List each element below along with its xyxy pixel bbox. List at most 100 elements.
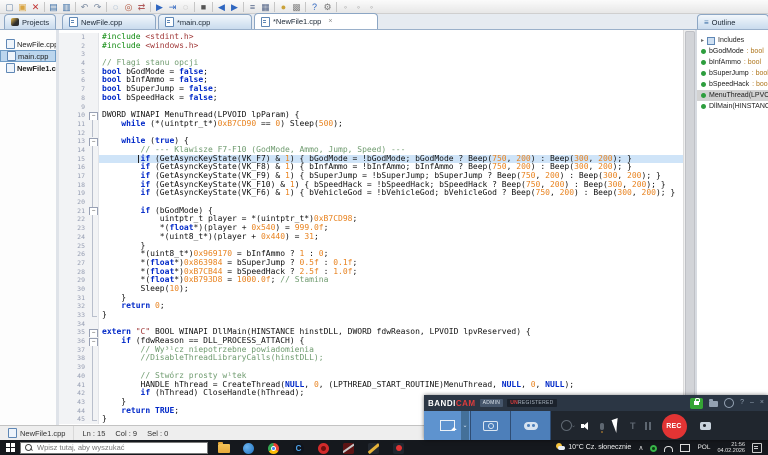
tray-green-status-icon[interactable] <box>650 445 657 452</box>
outline-item[interactable]: MenuThread(LPVOID lpParam) <box>697 90 768 101</box>
fold-margin[interactable] <box>88 85 99 94</box>
mode-dropdown-icon[interactable]: ⌄ <box>461 411 469 440</box>
fold-margin[interactable] <box>88 163 99 172</box>
help-icon[interactable]: ? <box>308 1 321 13</box>
step-icon[interactable]: ⇥ <box>166 1 179 13</box>
open-file-icon[interactable]: ▣ <box>16 1 29 13</box>
code-line-2[interactable]: 2#include <windows.h> <box>59 42 683 51</box>
project-tree-item[interactable]: main.cpp <box>0 50 56 62</box>
cursor-effect-icon[interactable] <box>612 418 623 433</box>
fold-margin[interactable] <box>88 363 99 372</box>
code-text[interactable]: #include <windows.h> <box>99 42 683 51</box>
game-recording-mode-button[interactable] <box>511 411 551 440</box>
fold-margin[interactable] <box>88 42 99 51</box>
fold-margin[interactable]: − <box>88 328 99 337</box>
editor-tab-1[interactable]: NewFile.cpp <box>62 14 156 29</box>
output-folder-icon[interactable] <box>709 401 718 407</box>
symbols-icon[interactable]: ▦ <box>259 1 272 13</box>
scrollbar-thumb[interactable] <box>685 31 695 415</box>
code-line-24[interactable]: 24 *(uint8_t*)(player + 0x440) = 31; <box>59 233 683 242</box>
taskbar-search[interactable] <box>20 442 208 454</box>
taskbar-darkred-app-icon[interactable] <box>343 442 355 454</box>
code-line-38[interactable]: 38 //DisableThreadLibraryCalls(hinstDLL)… <box>59 354 683 363</box>
fold-margin[interactable] <box>88 259 99 268</box>
fold-margin[interactable] <box>88 172 99 181</box>
taskbar-tool-app-icon[interactable] <box>368 442 380 454</box>
fold-margin[interactable] <box>88 311 99 320</box>
language-indicator[interactable]: POL <box>697 444 710 451</box>
start-button[interactable] <box>0 440 20 455</box>
tab-close-icon[interactable]: × <box>328 18 332 25</box>
fold-margin[interactable] <box>88 76 99 85</box>
fold-margin[interactable] <box>88 50 99 59</box>
fold-margin[interactable] <box>88 120 99 129</box>
find-in-files-icon[interactable]: ◎ <box>122 1 135 13</box>
taskbar-file-explorer-icon[interactable] <box>218 442 230 454</box>
tray-expand-icon[interactable]: ∧ <box>638 444 643 452</box>
fold-margin[interactable] <box>88 198 99 207</box>
tab-projects[interactable]: Projects <box>4 14 56 29</box>
fold-margin[interactable] <box>88 189 99 198</box>
extra-tool2-icon[interactable]: ◦ <box>352 1 365 13</box>
list-icon[interactable]: ≡ <box>246 1 259 13</box>
close-icon[interactable]: × <box>760 398 764 408</box>
replace-icon[interactable]: ⇄ <box>135 1 148 13</box>
jump-forward-icon[interactable]: ▶ <box>228 1 241 13</box>
fold-margin[interactable] <box>88 33 99 42</box>
expand-arrow-icon[interactable]: ▸ <box>701 37 704 44</box>
bandicam-titlebar[interactable]: BANDICAM ADMIN UNREGISTERED ? – × <box>424 395 768 411</box>
fold-margin[interactable] <box>88 398 99 407</box>
fold-margin[interactable]: − <box>88 337 99 346</box>
tab-outline[interactable]: ≡ Outline <box>697 14 768 29</box>
editor-scrollbar[interactable] <box>683 30 695 425</box>
fold-margin[interactable] <box>88 372 99 381</box>
close-file-icon[interactable]: ✕ <box>29 1 42 13</box>
help-icon[interactable]: ? <box>740 398 744 408</box>
copy-icon[interactable]: ▩ <box>290 1 303 13</box>
taskbar-clock[interactable]: 21:56 04.02.2026 <box>717 442 745 454</box>
outline-item[interactable]: DllMain(HINSTANCE hinstDLL, DWORD fdwRea… <box>697 101 768 112</box>
record-button[interactable]: REC <box>662 414 687 439</box>
fold-margin[interactable] <box>88 233 99 242</box>
fold-margin[interactable] <box>88 146 99 155</box>
redo-icon[interactable]: ↷ <box>91 1 104 13</box>
fold-margin[interactable] <box>88 103 99 112</box>
fold-margin[interactable] <box>88 268 99 277</box>
speaker-icon[interactable] <box>581 421 591 431</box>
taskbar-mail-app-icon[interactable] <box>243 442 255 454</box>
code-line-33[interactable]: 33} <box>59 311 683 320</box>
text-overlay-icon[interactable]: T <box>630 421 636 431</box>
fold-margin[interactable] <box>88 181 99 190</box>
code-text[interactable]: if (GetAsyncKeyState(VK_F6) & 1) { bVehi… <box>99 189 683 198</box>
code-text[interactable]: } <box>99 311 683 320</box>
minimize-icon[interactable]: – <box>750 398 754 408</box>
save-icon[interactable]: ▤ <box>47 1 60 13</box>
extra-tool3-icon[interactable]: ◦ <box>365 1 378 13</box>
taskbar-chrome-icon[interactable] <box>268 442 280 454</box>
find-icon[interactable]: ◌ <box>109 1 122 13</box>
outline-item[interactable]: ▸Includes <box>697 35 768 46</box>
fold-margin[interactable] <box>88 94 99 103</box>
code-text[interactable]: *(uint8_t*)(player + 0x440) = 31; <box>99 233 683 242</box>
settings-icon[interactable]: ⚙ <box>321 1 334 13</box>
fold-margin[interactable] <box>88 59 99 68</box>
taskbar-bandicam-icon[interactable] <box>393 442 405 454</box>
pause-icon[interactable] <box>645 422 651 430</box>
outline-item[interactable]: bSuperJump : bool <box>697 68 768 79</box>
extra-tool1-icon[interactable]: ◦ <box>339 1 352 13</box>
jump-back-icon[interactable]: ◀ <box>215 1 228 13</box>
fold-margin[interactable] <box>88 215 99 224</box>
code-line-30[interactable]: 30 Sleep(10); <box>59 285 683 294</box>
fold-margin[interactable] <box>88 68 99 77</box>
project-tree-item[interactable]: NewFile.cpp <box>0 38 56 50</box>
code-line-11[interactable]: 11 while (*(uintptr_t*)0xB7CD90 == 0) Sl… <box>59 120 683 129</box>
schedule-icon[interactable] <box>724 398 734 408</box>
fold-margin[interactable] <box>88 155 99 164</box>
device-recording-mode-button[interactable] <box>471 411 511 440</box>
taskbar-red-app-icon[interactable] <box>318 442 330 454</box>
fold-margin[interactable] <box>88 129 99 138</box>
fold-margin[interactable] <box>88 354 99 363</box>
code-text[interactable]: return 0; <box>99 302 683 311</box>
code-line-32[interactable]: 32 return 0; <box>59 302 683 311</box>
microphone-icon[interactable] <box>600 423 604 430</box>
